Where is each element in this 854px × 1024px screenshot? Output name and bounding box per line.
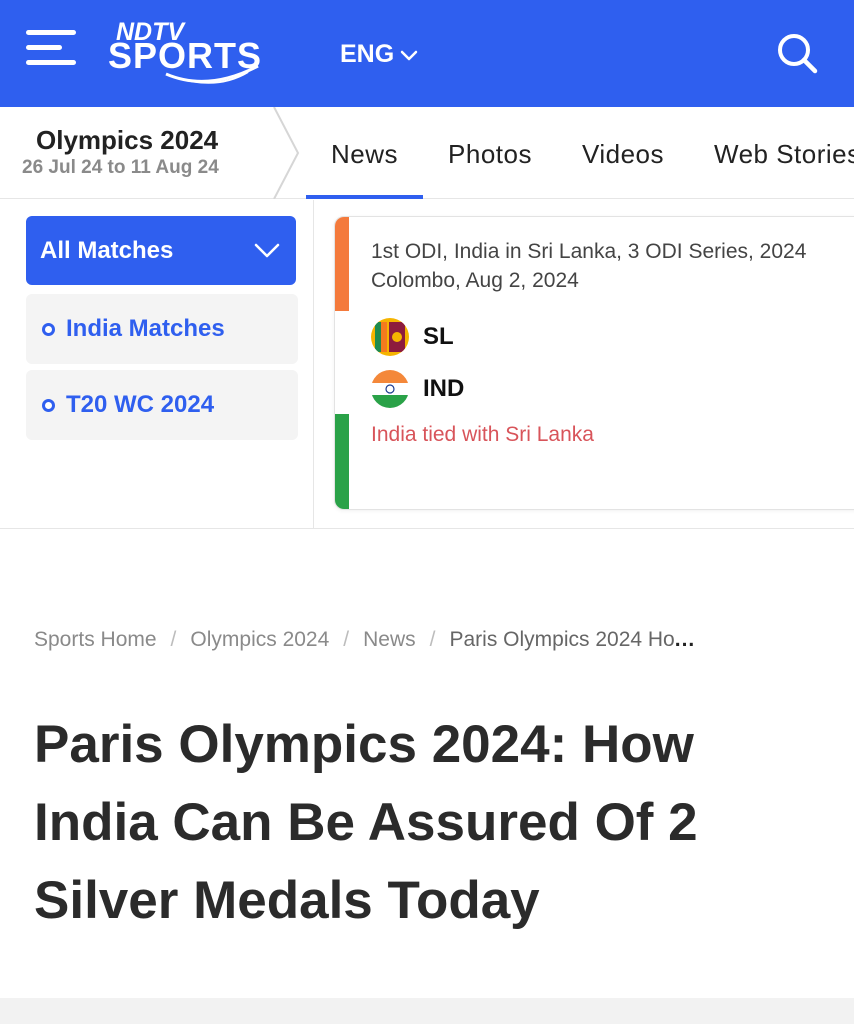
- ndtv-sports-logo[interactable]: NDTV SPORTS: [108, 16, 328, 86]
- match-filter-list: All Matches India Matches T20 WC 2024: [0, 200, 314, 529]
- hamburger-icon[interactable]: [26, 28, 78, 68]
- logo-graphic: NDTV SPORTS: [108, 18, 262, 84]
- filter-label: T20 WC 2024: [66, 391, 215, 418]
- match-venue-date: Colombo, Aug 2, 2024: [371, 269, 579, 292]
- filter-india-matches[interactable]: India Matches: [26, 294, 298, 364]
- tab-videos[interactable]: Videos: [557, 107, 689, 199]
- team-abbr: SL: [423, 323, 454, 350]
- search-icon[interactable]: [776, 32, 818, 74]
- language-label: ENG: [340, 40, 395, 68]
- all-matches-label: All Matches: [40, 237, 174, 264]
- radio-dot-icon: [42, 399, 55, 412]
- breadcrumb-news[interactable]: News: [363, 628, 416, 652]
- breadcrumb-sports-home[interactable]: Sports Home: [34, 628, 157, 652]
- card-color-stripe: [335, 217, 349, 509]
- sri-lanka-flag-icon: [371, 318, 409, 356]
- match-series: 1st ODI, India in Sri Lanka, 3 ODI Serie…: [371, 240, 807, 263]
- breadcrumb-ellipsis: ...: [674, 628, 696, 651]
- bottom-divider: [0, 998, 854, 1024]
- match-card[interactable]: 1st ODI, India in Sri Lanka, 3 ODI Serie…: [334, 216, 854, 510]
- event-title: Olympics 2024: [36, 125, 219, 155]
- tab-photos[interactable]: Photos: [423, 107, 557, 199]
- radio-dot-icon: [42, 323, 55, 336]
- event-selector[interactable]: Olympics 2024 26 Jul 24 to 11 Aug 24: [0, 107, 300, 199]
- chevron-down-icon: [254, 243, 280, 258]
- tab-web-stories[interactable]: Web Stories: [689, 107, 854, 199]
- tab-news[interactable]: News: [306, 107, 424, 199]
- breadcrumb-separator: /: [429, 628, 436, 651]
- team-row-sl: SL: [371, 317, 454, 357]
- match-card-body: 1st ODI, India in Sri Lanka, 3 ODI Serie…: [349, 217, 854, 509]
- live-scores-section: All Matches India Matches T20 WC 2024 1s…: [0, 200, 854, 529]
- india-flag-icon: [371, 370, 409, 408]
- match-meta: 1st ODI, India in Sri Lanka, 3 ODI Serie…: [371, 237, 806, 295]
- breadcrumb-separator: /: [343, 628, 350, 651]
- event-dates: 26 Jul 24 to 11 Aug 24: [22, 157, 219, 178]
- chevron-down-icon: [400, 50, 418, 60]
- section-nav: Olympics 2024 26 Jul 24 to 11 Aug 24 New…: [0, 107, 854, 199]
- breadcrumb-olympics[interactable]: Olympics 2024: [190, 628, 329, 652]
- filter-label: India Matches: [66, 315, 225, 342]
- top-header: NDTV SPORTS ENG: [0, 0, 854, 107]
- team-row-ind: IND: [371, 369, 464, 409]
- chevron-right-icon: [273, 107, 300, 199]
- tab-bar: News Photos Videos Web Stories: [306, 107, 854, 199]
- match-result: India tied with Sri Lanka: [371, 423, 594, 446]
- team-abbr: IND: [423, 375, 465, 402]
- article-headline: Paris Olympics 2024: How India Can Be As…: [34, 715, 698, 930]
- filter-t20-wc-2024[interactable]: T20 WC 2024: [26, 370, 298, 440]
- language-selector[interactable]: ENG: [340, 40, 418, 69]
- all-matches-dropdown[interactable]: All Matches: [26, 216, 296, 285]
- breadcrumb-current: Paris Olympics 2024 Ho: [449, 628, 675, 651]
- svg-text:SPORTS: SPORTS: [108, 35, 262, 76]
- breadcrumb-separator: /: [170, 628, 177, 651]
- breadcrumb: Sports Home / Olympics 2024 / News / Par…: [34, 628, 695, 652]
